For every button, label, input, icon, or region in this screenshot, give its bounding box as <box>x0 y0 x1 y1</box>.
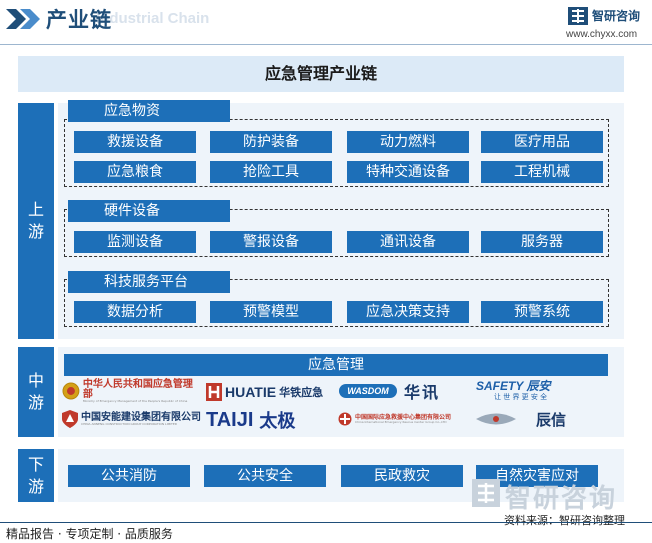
company-logo: 辰信 <box>476 408 610 430</box>
company-name: 辰信 <box>536 410 567 429</box>
company-name: WASDOM <box>339 384 397 398</box>
item-box: 应急粮食 <box>74 161 196 183</box>
stage-upstream: 上 游 <box>18 103 54 339</box>
stage-downstream: 下 游 <box>18 449 54 502</box>
company-name: 华铁应急 <box>279 386 324 399</box>
company-logo: 中华人民共和国应急管理部 Ministry of Emergency Manag… <box>62 378 202 403</box>
item-box: 监测设备 <box>74 231 196 253</box>
downstream-item: 民政救灾 <box>341 465 463 487</box>
anneng-shield-icon <box>62 410 78 428</box>
company-logo: WASDOM <box>338 381 398 401</box>
item-box: 数据分析 <box>74 301 196 323</box>
company-name: 中国安能建设集团有限公司 <box>81 411 201 423</box>
item-box: 救援设备 <box>74 131 196 153</box>
footer-divider <box>0 522 652 523</box>
watermark-logo-icon <box>472 479 500 507</box>
item-box: 预警系统 <box>481 301 603 323</box>
logo-url: www.chyxx.com <box>566 29 638 40</box>
zhiyan-logo-icon <box>568 7 588 25</box>
item-box: 动力燃料 <box>347 131 469 153</box>
diagram-title: 应急管理产业链 <box>18 56 624 92</box>
item-box: 预警模型 <box>210 301 332 323</box>
midstream-label: 应急管理 <box>64 354 608 376</box>
item-box: 工程机械 <box>481 161 603 183</box>
watermark-text: 智研咨询 <box>505 484 618 514</box>
company-subtitle: CHINA ANNENG CONSTRUCTION GROUP CORPORAT… <box>81 422 178 426</box>
rescue-emblem-icon <box>338 412 352 426</box>
page-title: 产业链 <box>46 8 112 32</box>
item-box: 防护装备 <box>210 131 332 153</box>
company-logo: 中国安能建设集团有限公司 CHINA ANNENG CONSTRUCTION G… <box>62 408 202 430</box>
logo-text: 智研咨询 <box>592 9 641 23</box>
stage-midstream: 中 游 <box>18 347 54 437</box>
company-logo: HUATIE 华铁应急 <box>206 381 334 403</box>
item-box: 应急决策支持 <box>347 301 469 323</box>
huatie-h-icon <box>206 383 222 401</box>
group-label-materials: 应急物资 <box>68 100 230 122</box>
downstream-item: 公共消防 <box>68 465 190 487</box>
stage-downstream-label: 下 游 <box>27 454 44 496</box>
source-note: 资料来源：智研咨询整理 <box>504 514 625 527</box>
company-name: 华讯 <box>404 383 441 402</box>
group-label-tech-services: 科技服务平台 <box>68 271 230 293</box>
item-box: 警报设备 <box>210 231 332 253</box>
item-box: 服务器 <box>481 231 603 253</box>
header-watermark: Industrial Chain <box>96 10 210 27</box>
company-subtitle: Ministry of Emergency Management of the … <box>82 399 188 403</box>
company-logo: 中国国际应急救援中心集团有限公司 China International Eme… <box>338 408 468 430</box>
header-divider <box>0 44 652 45</box>
emblem-icon <box>62 382 80 400</box>
company-subtitle: 让 世 界 更 安 全 <box>494 393 548 401</box>
company-logo: TAIJI 太极 <box>206 407 334 433</box>
company-name: SAFETY 辰安 <box>476 379 551 393</box>
company-logo: 华讯 <box>404 380 460 402</box>
downstream-item: 公共安全 <box>204 465 326 487</box>
footer-slogan: 精品报告 · 专项定制 · 品质服务 <box>6 527 173 541</box>
company-latin: HUATIE <box>225 384 277 400</box>
item-box: 通讯设备 <box>347 231 469 253</box>
stage-midstream-label: 中 游 <box>27 371 44 412</box>
item-box: 抢险工具 <box>210 161 332 183</box>
company-logo: SAFETY 辰安 让 世 界 更 安 全 <box>476 380 610 404</box>
company-name: 太极 <box>259 411 296 432</box>
group-label-hardware: 硬件设备 <box>68 200 230 222</box>
wing-logo-icon <box>476 413 516 425</box>
company-name: 中华人民共和国应急管理部 <box>82 378 193 400</box>
company-subtitle: China International Emergency Rescue Cen… <box>355 420 447 424</box>
chevron-arrows-icon <box>6 9 40 29</box>
item-box: 医疗用品 <box>481 131 603 153</box>
item-box: 特种交通设备 <box>347 161 469 183</box>
stage-upstream-label: 上 游 <box>27 200 44 241</box>
company-latin: TAIJI <box>206 408 254 431</box>
